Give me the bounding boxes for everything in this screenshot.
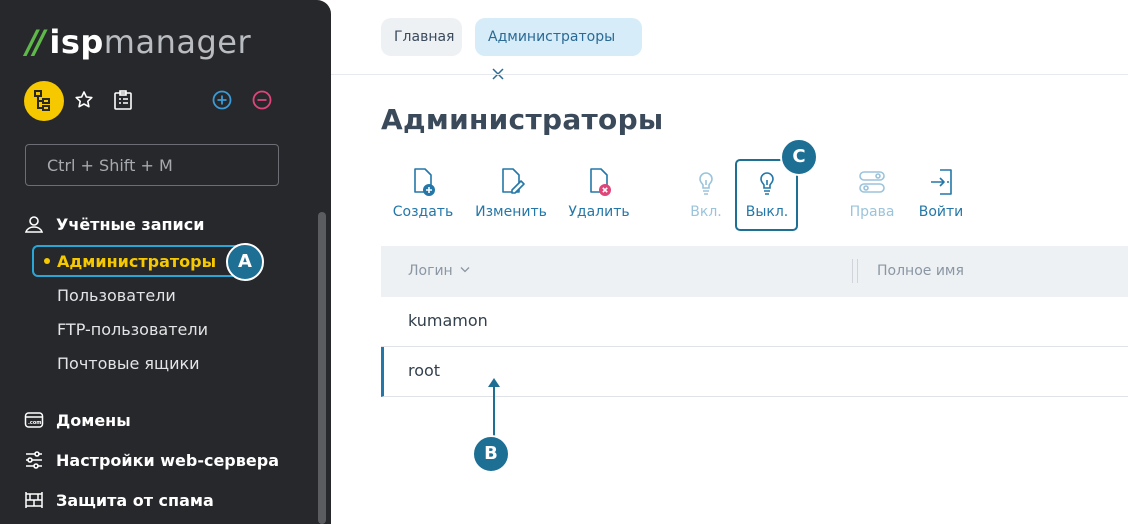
file-delete-icon [590,168,611,196]
sliders-icon [26,451,42,469]
breadcrumb-home[interactable]: Главная [381,18,462,56]
logo-mark-icon: // [26,23,45,61]
menu-section-spam-protection[interactable]: Защита от спама [24,490,214,510]
ispmanager-logo[interactable]: //ispmanager [26,24,251,60]
login-button[interactable]: Войти [916,166,966,220]
annotation-marker-a: A [226,243,264,281]
column-header-login[interactable]: Логин [408,263,470,279]
annotation-marker-c: C [780,138,818,176]
bulb-off-icon [760,172,774,195]
menu-item-users[interactable]: Пользователи [57,286,176,305]
menu-search-input[interactable]: Ctrl + Shift + M [25,144,279,186]
menu-section-accounts[interactable]: Учётные записи [24,214,204,234]
column-header-full-name[interactable]: Полное имя [877,263,964,279]
cell-login: kumamon [408,311,488,330]
delete-button[interactable]: Удалить [568,166,630,220]
column-divider [852,259,853,283]
file-edit-icon [502,168,525,194]
svg-text:.com: .com [28,420,42,426]
user-location-icon [24,216,44,233]
login-icon [931,169,952,195]
cell-login: root [408,361,441,380]
annotation-arrow-up-icon [488,378,500,437]
collapse-all-icon[interactable] [252,90,272,114]
edit-button[interactable]: Изменить [474,166,548,220]
create-button[interactable]: Создать [392,166,454,220]
firewall-icon [25,492,43,508]
sort-chevron-down-icon [460,267,470,273]
menu-item-administrators[interactable]: Администраторы [57,252,216,271]
domain-icon: .com [24,412,44,428]
disable-button[interactable]: Выкл. [741,166,793,220]
active-dot-icon [44,258,50,264]
tree-menu-icon[interactable] [24,81,64,121]
breadcrumb-administrators[interactable]: Администраторы [475,18,642,80]
menu-item-mailboxes[interactable]: Почтовые ящики [57,354,200,373]
star-icon[interactable] [74,90,94,114]
column-resize-handle[interactable] [857,259,858,283]
menu-section-web-server[interactable]: Настройки web-сервера [24,450,279,470]
clipboard-icon[interactable] [112,89,134,115]
sidebar-scrollbar[interactable] [318,212,326,524]
menu-section-domains[interactable]: .com Домены [24,410,131,430]
header-divider [331,74,1128,75]
menu-item-ftp-users[interactable]: FTP-пользователи [57,320,208,339]
bulb-on-icon [699,172,713,195]
table-row[interactable]: kumamon [381,297,1128,347]
sidebar: //ispmanager Ctrl + Shift + M Учётные за… [0,0,331,524]
annotation-marker-b: B [472,435,510,473]
expand-all-icon[interactable] [212,90,232,114]
page-title: Администраторы [381,103,664,136]
table-header: Логин Полное имя [381,246,1128,297]
permissions-button[interactable]: Права [848,166,896,220]
file-plus-icon [414,168,435,196]
permissions-icon [859,171,885,193]
enable-button[interactable]: Вкл. [686,166,726,220]
